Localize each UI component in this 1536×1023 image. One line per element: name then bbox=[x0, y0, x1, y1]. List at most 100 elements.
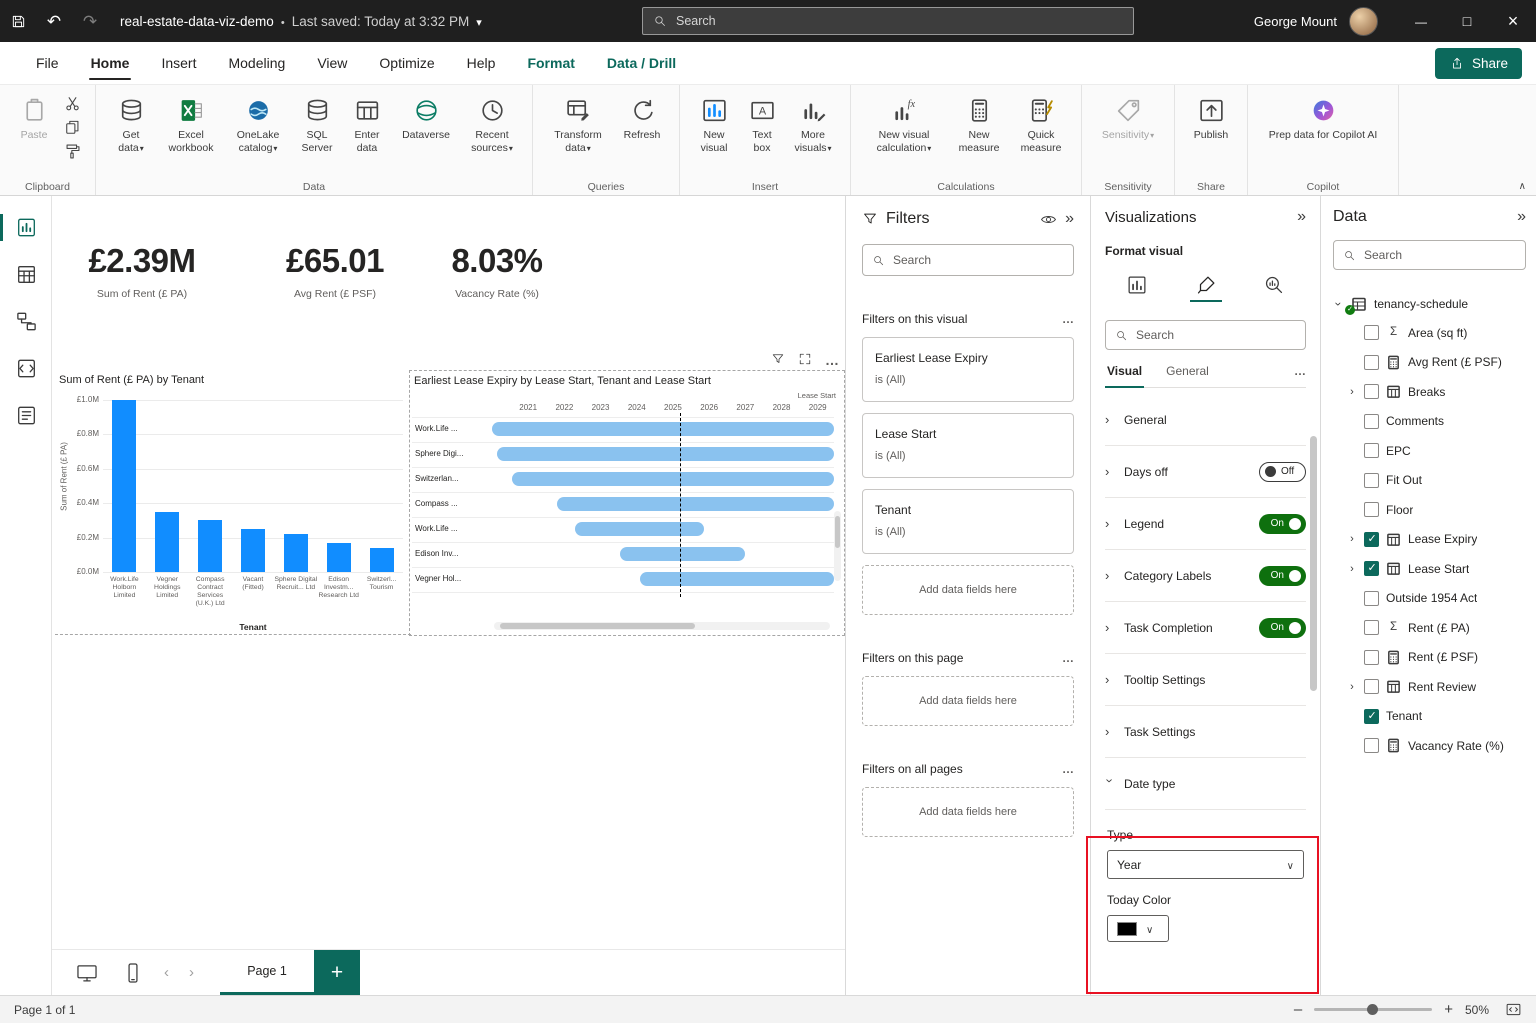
format-section-category-labels[interactable]: Category LabelsOn bbox=[1105, 550, 1306, 602]
kpi-card-avg-rent-psf[interactable]: £65.01Avg Rent (£ PSF) bbox=[255, 242, 415, 300]
field-row-tenant[interactable]: Tenant bbox=[1333, 702, 1526, 732]
zoom-slider-thumb[interactable] bbox=[1367, 1004, 1378, 1015]
gantt-bar[interactable] bbox=[497, 447, 834, 461]
field-checkbox[interactable] bbox=[1364, 473, 1379, 488]
field-row-floor[interactable]: Floor bbox=[1333, 495, 1526, 525]
copy-icon[interactable] bbox=[63, 118, 82, 137]
model-view-button[interactable] bbox=[0, 298, 52, 345]
expand-chevron-icon[interactable] bbox=[1347, 681, 1357, 693]
gantt-bar[interactable] bbox=[575, 522, 703, 536]
collapse-visualizations-pane-icon[interactable] bbox=[1297, 208, 1306, 226]
dax-query-view-button[interactable] bbox=[0, 345, 52, 392]
field-row-avg-rent-psf[interactable]: Avg Rent (£ PSF) bbox=[1333, 348, 1526, 378]
field-row-vacancy-rate[interactable]: Vacancy Rate (%) bbox=[1333, 731, 1526, 761]
gantt-chart-visual[interactable]: Earliest Lease Expiry by Lease Start, Te… bbox=[409, 370, 845, 636]
tmdl-view-button[interactable] bbox=[0, 392, 52, 439]
collapse-filters-pane-icon[interactable] bbox=[1065, 210, 1074, 228]
vertical-scrollbar[interactable] bbox=[834, 511, 841, 581]
page-tab[interactable]: Page 1 bbox=[220, 950, 314, 995]
minimize-button[interactable] bbox=[1398, 0, 1444, 42]
field-checkbox[interactable] bbox=[1364, 679, 1379, 694]
more-options-icon[interactable] bbox=[1062, 312, 1074, 326]
get-data-button[interactable]: Get data bbox=[108, 90, 154, 176]
field-checkbox[interactable] bbox=[1364, 414, 1379, 429]
format-painter-icon[interactable] bbox=[63, 142, 82, 161]
more-visuals-button[interactable]: More visuals bbox=[788, 90, 838, 176]
field-checkbox[interactable] bbox=[1364, 709, 1379, 724]
visualizations-scrollbar[interactable] bbox=[1309, 436, 1318, 984]
filter-card-earliest-lease-expiry[interactable]: Earliest Lease Expiryis (All) bbox=[862, 337, 1074, 402]
new-measure-button[interactable]: New measure bbox=[951, 90, 1007, 176]
format-section-days-off[interactable]: Days offOff bbox=[1105, 446, 1306, 498]
table-view-button[interactable] bbox=[0, 251, 52, 298]
gantt-bar[interactable] bbox=[640, 572, 834, 586]
gantt-bar[interactable] bbox=[620, 547, 745, 561]
format-section-task-completion[interactable]: Task CompletionOn bbox=[1105, 602, 1306, 654]
toggle-category-labels[interactable]: On bbox=[1259, 566, 1306, 586]
field-checkbox[interactable] bbox=[1364, 355, 1379, 370]
field-row-area-sq-ft[interactable]: ΣArea (sq ft) bbox=[1333, 318, 1526, 348]
data-search-box[interactable]: Search bbox=[1333, 240, 1526, 270]
onelake-catalog-button[interactable]: OneLake catalog bbox=[228, 90, 288, 176]
previous-page-icon[interactable] bbox=[164, 964, 169, 981]
analytics-icon[interactable] bbox=[1258, 270, 1290, 302]
field-row-rent-psf[interactable]: Rent (£ PSF) bbox=[1333, 643, 1526, 673]
scrollbar-thumb[interactable] bbox=[500, 623, 695, 629]
sql-server-button[interactable]: SQL Server bbox=[294, 90, 340, 176]
bar-chart-visual[interactable]: Sum of Rent (£ PA) by Tenant Sum of Rent… bbox=[55, 370, 408, 636]
field-checkbox[interactable] bbox=[1364, 532, 1379, 547]
zoom-in-icon[interactable] bbox=[1444, 1001, 1453, 1018]
new-page-button[interactable] bbox=[314, 950, 360, 995]
desktop-layout-icon[interactable] bbox=[76, 962, 98, 984]
field-row-comments[interactable]: Comments bbox=[1333, 407, 1526, 437]
field-checkbox[interactable] bbox=[1364, 650, 1379, 665]
table-row-tenancy-schedule[interactable]: tenancy-schedule bbox=[1333, 290, 1526, 318]
undo-button[interactable]: ↶ bbox=[36, 0, 72, 42]
menu-tab-file[interactable]: File bbox=[20, 42, 75, 84]
save-button[interactable] bbox=[0, 0, 36, 42]
menu-tab-view[interactable]: View bbox=[301, 42, 363, 84]
more-options-icon[interactable] bbox=[1062, 762, 1074, 776]
eye-icon[interactable] bbox=[1040, 211, 1057, 228]
tab-general[interactable]: General bbox=[1164, 364, 1211, 387]
dataverse-button[interactable]: Dataverse bbox=[394, 90, 458, 176]
add-data-fields-dropzone[interactable]: Add data fields here bbox=[862, 565, 1074, 615]
field-checkbox[interactable] bbox=[1364, 443, 1379, 458]
text-box-button[interactable]: AText box bbox=[742, 90, 782, 176]
menu-tab-modeling[interactable]: Modeling bbox=[212, 42, 301, 84]
bar-vacant-fitted[interactable] bbox=[241, 529, 265, 572]
collapse-table-chevron-icon[interactable] bbox=[1332, 299, 1346, 310]
add-data-fields-dropzone[interactable]: Add data fields here bbox=[862, 787, 1074, 837]
toggle-task-completion[interactable]: On bbox=[1259, 618, 1306, 638]
menu-tab-format[interactable]: Format bbox=[511, 42, 590, 84]
mobile-layout-icon[interactable] bbox=[122, 962, 144, 984]
expand-chevron-icon[interactable] bbox=[1347, 533, 1357, 545]
format-section-tooltip-settings[interactable]: Tooltip Settings bbox=[1105, 654, 1306, 706]
transform-data-button[interactable]: Transform data bbox=[545, 90, 611, 176]
fit-to-page-icon[interactable] bbox=[1505, 1001, 1522, 1018]
scrollbar-thumb[interactable] bbox=[835, 516, 840, 548]
field-checkbox[interactable] bbox=[1364, 384, 1379, 399]
scrollbar-thumb[interactable] bbox=[1310, 436, 1317, 691]
more-options-icon[interactable] bbox=[825, 352, 840, 366]
field-row-fit-out[interactable]: Fit Out bbox=[1333, 466, 1526, 496]
field-checkbox[interactable] bbox=[1364, 591, 1379, 606]
field-checkbox[interactable] bbox=[1364, 502, 1379, 517]
field-row-breaks[interactable]: Breaks bbox=[1333, 377, 1526, 407]
recent-sources-button[interactable]: Recent sources bbox=[464, 90, 520, 176]
add-data-fields-dropzone[interactable]: Add data fields here bbox=[862, 676, 1074, 726]
type-dropdown[interactable]: Year bbox=[1107, 850, 1304, 879]
toggle-legend[interactable]: On bbox=[1259, 514, 1306, 534]
today-color-dropdown[interactable] bbox=[1107, 915, 1169, 942]
collapse-ribbon-button[interactable] bbox=[1519, 177, 1526, 192]
format-section-task-settings[interactable]: Task Settings bbox=[1105, 706, 1306, 758]
more-options-icon[interactable] bbox=[1062, 651, 1074, 665]
menu-tab-optimize[interactable]: Optimize bbox=[363, 42, 450, 84]
collapse-data-pane-icon[interactable] bbox=[1517, 208, 1526, 226]
format-section-legend[interactable]: LegendOn bbox=[1105, 498, 1306, 550]
enter-data-button[interactable]: Enter data bbox=[346, 90, 388, 176]
report-view-button[interactable] bbox=[0, 204, 52, 251]
publish-button[interactable]: Publish bbox=[1187, 90, 1235, 176]
scissors-icon[interactable] bbox=[63, 94, 82, 113]
excel-workbook-button[interactable]: Excel workbook bbox=[160, 90, 222, 176]
